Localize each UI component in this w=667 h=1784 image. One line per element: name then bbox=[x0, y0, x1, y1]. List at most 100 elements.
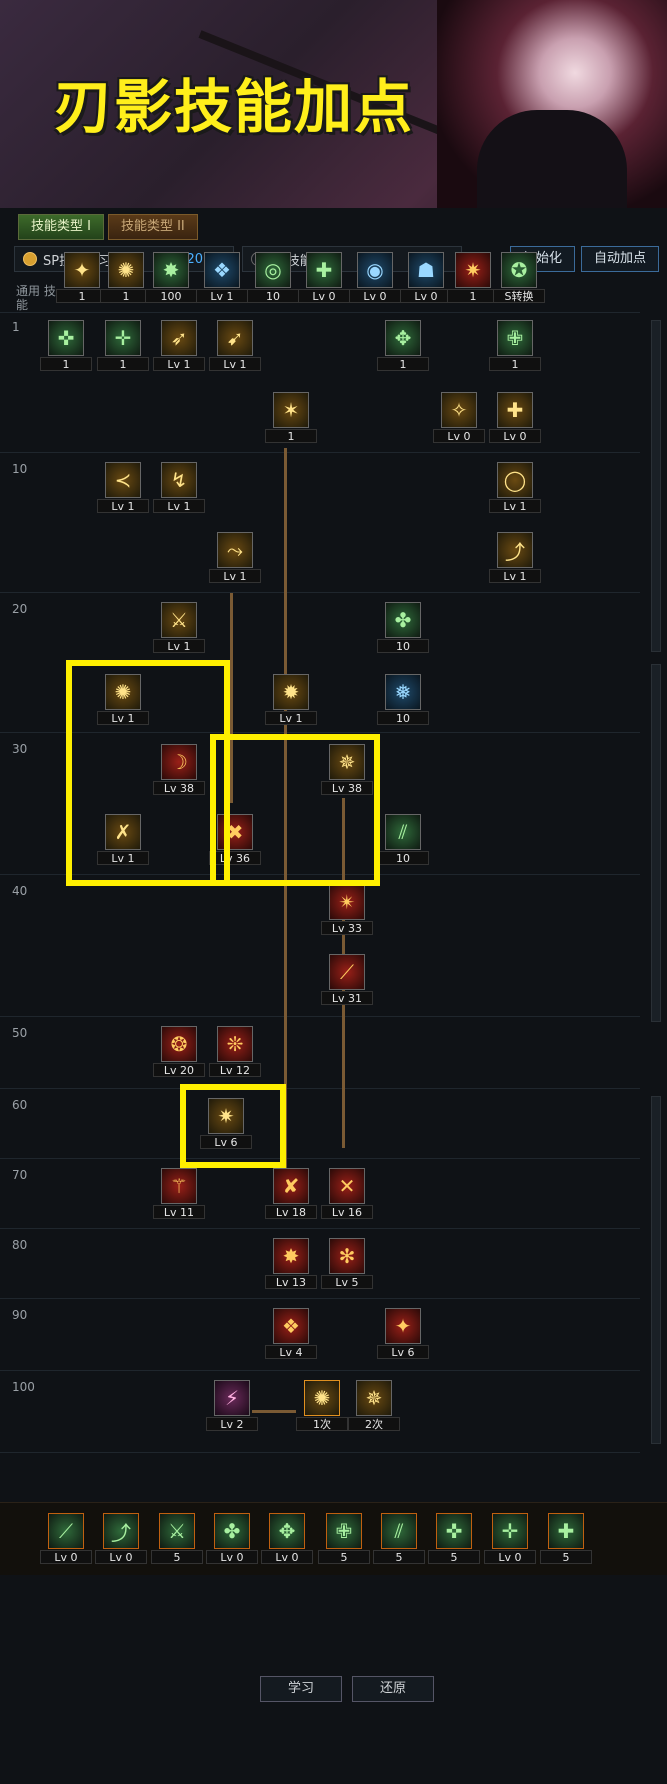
skill-node[interactable]: ✦ Lv 6 bbox=[377, 1308, 429, 1360]
tray-skill[interactable]: ✚ 5 bbox=[540, 1513, 592, 1565]
awakening-option-2[interactable]: ✵ 2次 bbox=[348, 1380, 400, 1432]
level-label: 100 bbox=[12, 1380, 35, 1394]
skill-node[interactable]: ➶ Lv 1 bbox=[153, 320, 205, 372]
scrollbar[interactable] bbox=[651, 1096, 661, 1444]
common-skill[interactable]: ✸ 100 bbox=[145, 252, 197, 304]
tab-skill-type-2[interactable]: 技能类型 II bbox=[107, 214, 198, 240]
common-skill[interactable]: ◉ Lv 0 bbox=[349, 252, 401, 304]
tray-skill[interactable]: ✥ Lv 0 bbox=[261, 1513, 313, 1565]
skill-icon: ✪ bbox=[501, 252, 537, 288]
common-skill[interactable]: ☗ Lv 0 bbox=[400, 252, 452, 304]
skill-node[interactable]: ➹ Lv 1 bbox=[209, 320, 261, 372]
skill-icon: ✴ bbox=[329, 884, 365, 920]
skill-node[interactable]: ⫽ 10 bbox=[377, 814, 429, 866]
skill-node[interactable]: ⚡ Lv 2 bbox=[206, 1380, 258, 1432]
skill-icon: ✕ bbox=[329, 1168, 365, 1204]
skill-node[interactable]: ⚚ Lv 11 bbox=[153, 1168, 205, 1220]
skill-icon: ⫽ bbox=[381, 1513, 417, 1549]
tray-skill[interactable]: ✛ Lv 0 bbox=[484, 1513, 536, 1565]
skill-node[interactable]: ⤴ Lv 1 bbox=[489, 532, 541, 584]
band-divider bbox=[0, 1016, 640, 1017]
learn-button[interactable]: 学习 bbox=[260, 1676, 342, 1702]
common-skill[interactable]: ✚ Lv 0 bbox=[298, 252, 350, 304]
skill-node[interactable]: ✜ 1 bbox=[40, 320, 92, 372]
highlight-box bbox=[210, 734, 380, 886]
skill-node[interactable]: ≺ Lv 1 bbox=[97, 462, 149, 514]
skill-node[interactable]: ✙ 1 bbox=[489, 320, 541, 372]
skill-icon: ✜ bbox=[48, 320, 84, 356]
skill-node[interactable]: ⤳ Lv 1 bbox=[209, 532, 261, 584]
tray-skill[interactable]: ✙ 5 bbox=[318, 1513, 370, 1565]
skill-icon: ✚ bbox=[306, 252, 342, 288]
band-divider bbox=[0, 312, 640, 313]
band-divider bbox=[0, 452, 640, 453]
skill-node[interactable]: ✴ Lv 33 bbox=[321, 884, 373, 936]
skill-node[interactable]: ✥ 1 bbox=[377, 320, 429, 372]
skill-icon: ◯ bbox=[497, 462, 533, 498]
common-skills-label: 通用 技能 bbox=[16, 284, 56, 312]
skill-icon: ✤ bbox=[385, 602, 421, 638]
skill-icon: ⚚ bbox=[161, 1168, 197, 1204]
skill-icon: ⫽ bbox=[385, 814, 421, 850]
skill-node[interactable]: ✻ Lv 5 bbox=[321, 1238, 373, 1290]
bottom-actions: 学习 还原 bbox=[260, 1676, 434, 1702]
skill-node[interactable]: ↯ Lv 1 bbox=[153, 462, 205, 514]
skill-icon: ✷ bbox=[455, 252, 491, 288]
skill-icon: ✹ bbox=[273, 674, 309, 710]
tray-skill[interactable]: ⫽ 5 bbox=[373, 1513, 425, 1565]
skill-icon: ⚔ bbox=[159, 1513, 195, 1549]
tray-skill[interactable]: ⤴ Lv 0 bbox=[95, 1513, 147, 1565]
skill-node[interactable]: ✧ Lv 0 bbox=[433, 392, 485, 444]
scrollbar[interactable] bbox=[651, 664, 661, 1022]
skill-node[interactable]: ❂ Lv 20 bbox=[153, 1026, 205, 1078]
skill-node[interactable]: ✚ Lv 0 bbox=[489, 392, 541, 444]
skill-node[interactable]: ❖ Lv 4 bbox=[265, 1308, 317, 1360]
skill-tray: ⟋ Lv 0 ⤴ Lv 0 ⚔ 5 ✤ Lv 0 ✥ Lv 0 ✙ 5 ⫽ 5 ✜ 5 ✛ Lv … bbox=[0, 1502, 667, 1575]
common-skill[interactable]: ◎ 10 bbox=[247, 252, 299, 304]
skill-node[interactable]: ⚔ Lv 1 bbox=[153, 602, 205, 654]
sp-radio-icon[interactable] bbox=[23, 252, 37, 266]
skill-icon: ✛ bbox=[492, 1513, 528, 1549]
skill-node[interactable]: ✹ Lv 1 bbox=[265, 674, 317, 726]
skill-icon: ✥ bbox=[269, 1513, 305, 1549]
skill-icon: ❂ bbox=[161, 1026, 197, 1062]
skill-node[interactable]: ✶ 1 bbox=[265, 392, 317, 444]
tray-skill[interactable]: ✤ Lv 0 bbox=[206, 1513, 258, 1565]
skill-icon: ☗ bbox=[408, 252, 444, 288]
skill-icon: ✸ bbox=[273, 1238, 309, 1274]
scrollbar[interactable] bbox=[651, 320, 661, 652]
skill-icon: ✛ bbox=[105, 320, 141, 356]
skill-node[interactable]: ⟋ Lv 31 bbox=[321, 954, 373, 1006]
tab-skill-type-1[interactable]: 技能类型 I bbox=[18, 214, 104, 240]
skill-icon: ✸ bbox=[153, 252, 189, 288]
tray-skill[interactable]: ✜ 5 bbox=[428, 1513, 480, 1565]
tray-skill[interactable]: ⚔ 5 bbox=[151, 1513, 203, 1565]
band-divider bbox=[0, 592, 640, 593]
skill-node[interactable]: ✕ Lv 16 bbox=[321, 1168, 373, 1220]
restore-button[interactable]: 还原 bbox=[352, 1676, 434, 1702]
skill-icon: ✚ bbox=[497, 392, 533, 428]
skill-icon: ✥ bbox=[385, 320, 421, 356]
character-body bbox=[477, 110, 627, 208]
common-skill[interactable]: ✷ 1 bbox=[447, 252, 499, 304]
skill-node[interactable]: ✸ Lv 13 bbox=[265, 1238, 317, 1290]
skill-icon: ✧ bbox=[441, 392, 477, 428]
highlight-box bbox=[66, 660, 230, 886]
skill-node[interactable]: ✤ 10 bbox=[377, 602, 429, 654]
skill-node[interactable]: ❅ 10 bbox=[377, 674, 429, 726]
level-label: 30 bbox=[12, 742, 28, 756]
tray-skill[interactable]: ⟋ Lv 0 bbox=[40, 1513, 92, 1565]
band-divider bbox=[0, 1452, 640, 1453]
skill-icon: ✜ bbox=[436, 1513, 472, 1549]
common-skill[interactable]: ✪ S转换 bbox=[493, 252, 545, 304]
skill-icon: ✵ bbox=[356, 1380, 392, 1416]
skill-node[interactable]: ✘ Lv 18 bbox=[265, 1168, 317, 1220]
skill-node[interactable]: ◯ Lv 1 bbox=[489, 462, 541, 514]
level-label: 1 bbox=[12, 320, 20, 334]
skill-icon: ↯ bbox=[161, 462, 197, 498]
skill-node[interactable]: ✛ 1 bbox=[97, 320, 149, 372]
auto-assign-button[interactable]: 自动加点 bbox=[580, 246, 659, 272]
skill-node[interactable]: ❊ Lv 12 bbox=[209, 1026, 261, 1078]
awakening-option-1[interactable]: ✺ 1次 bbox=[296, 1380, 348, 1432]
common-skill[interactable]: ❖ Lv 1 bbox=[196, 252, 248, 304]
